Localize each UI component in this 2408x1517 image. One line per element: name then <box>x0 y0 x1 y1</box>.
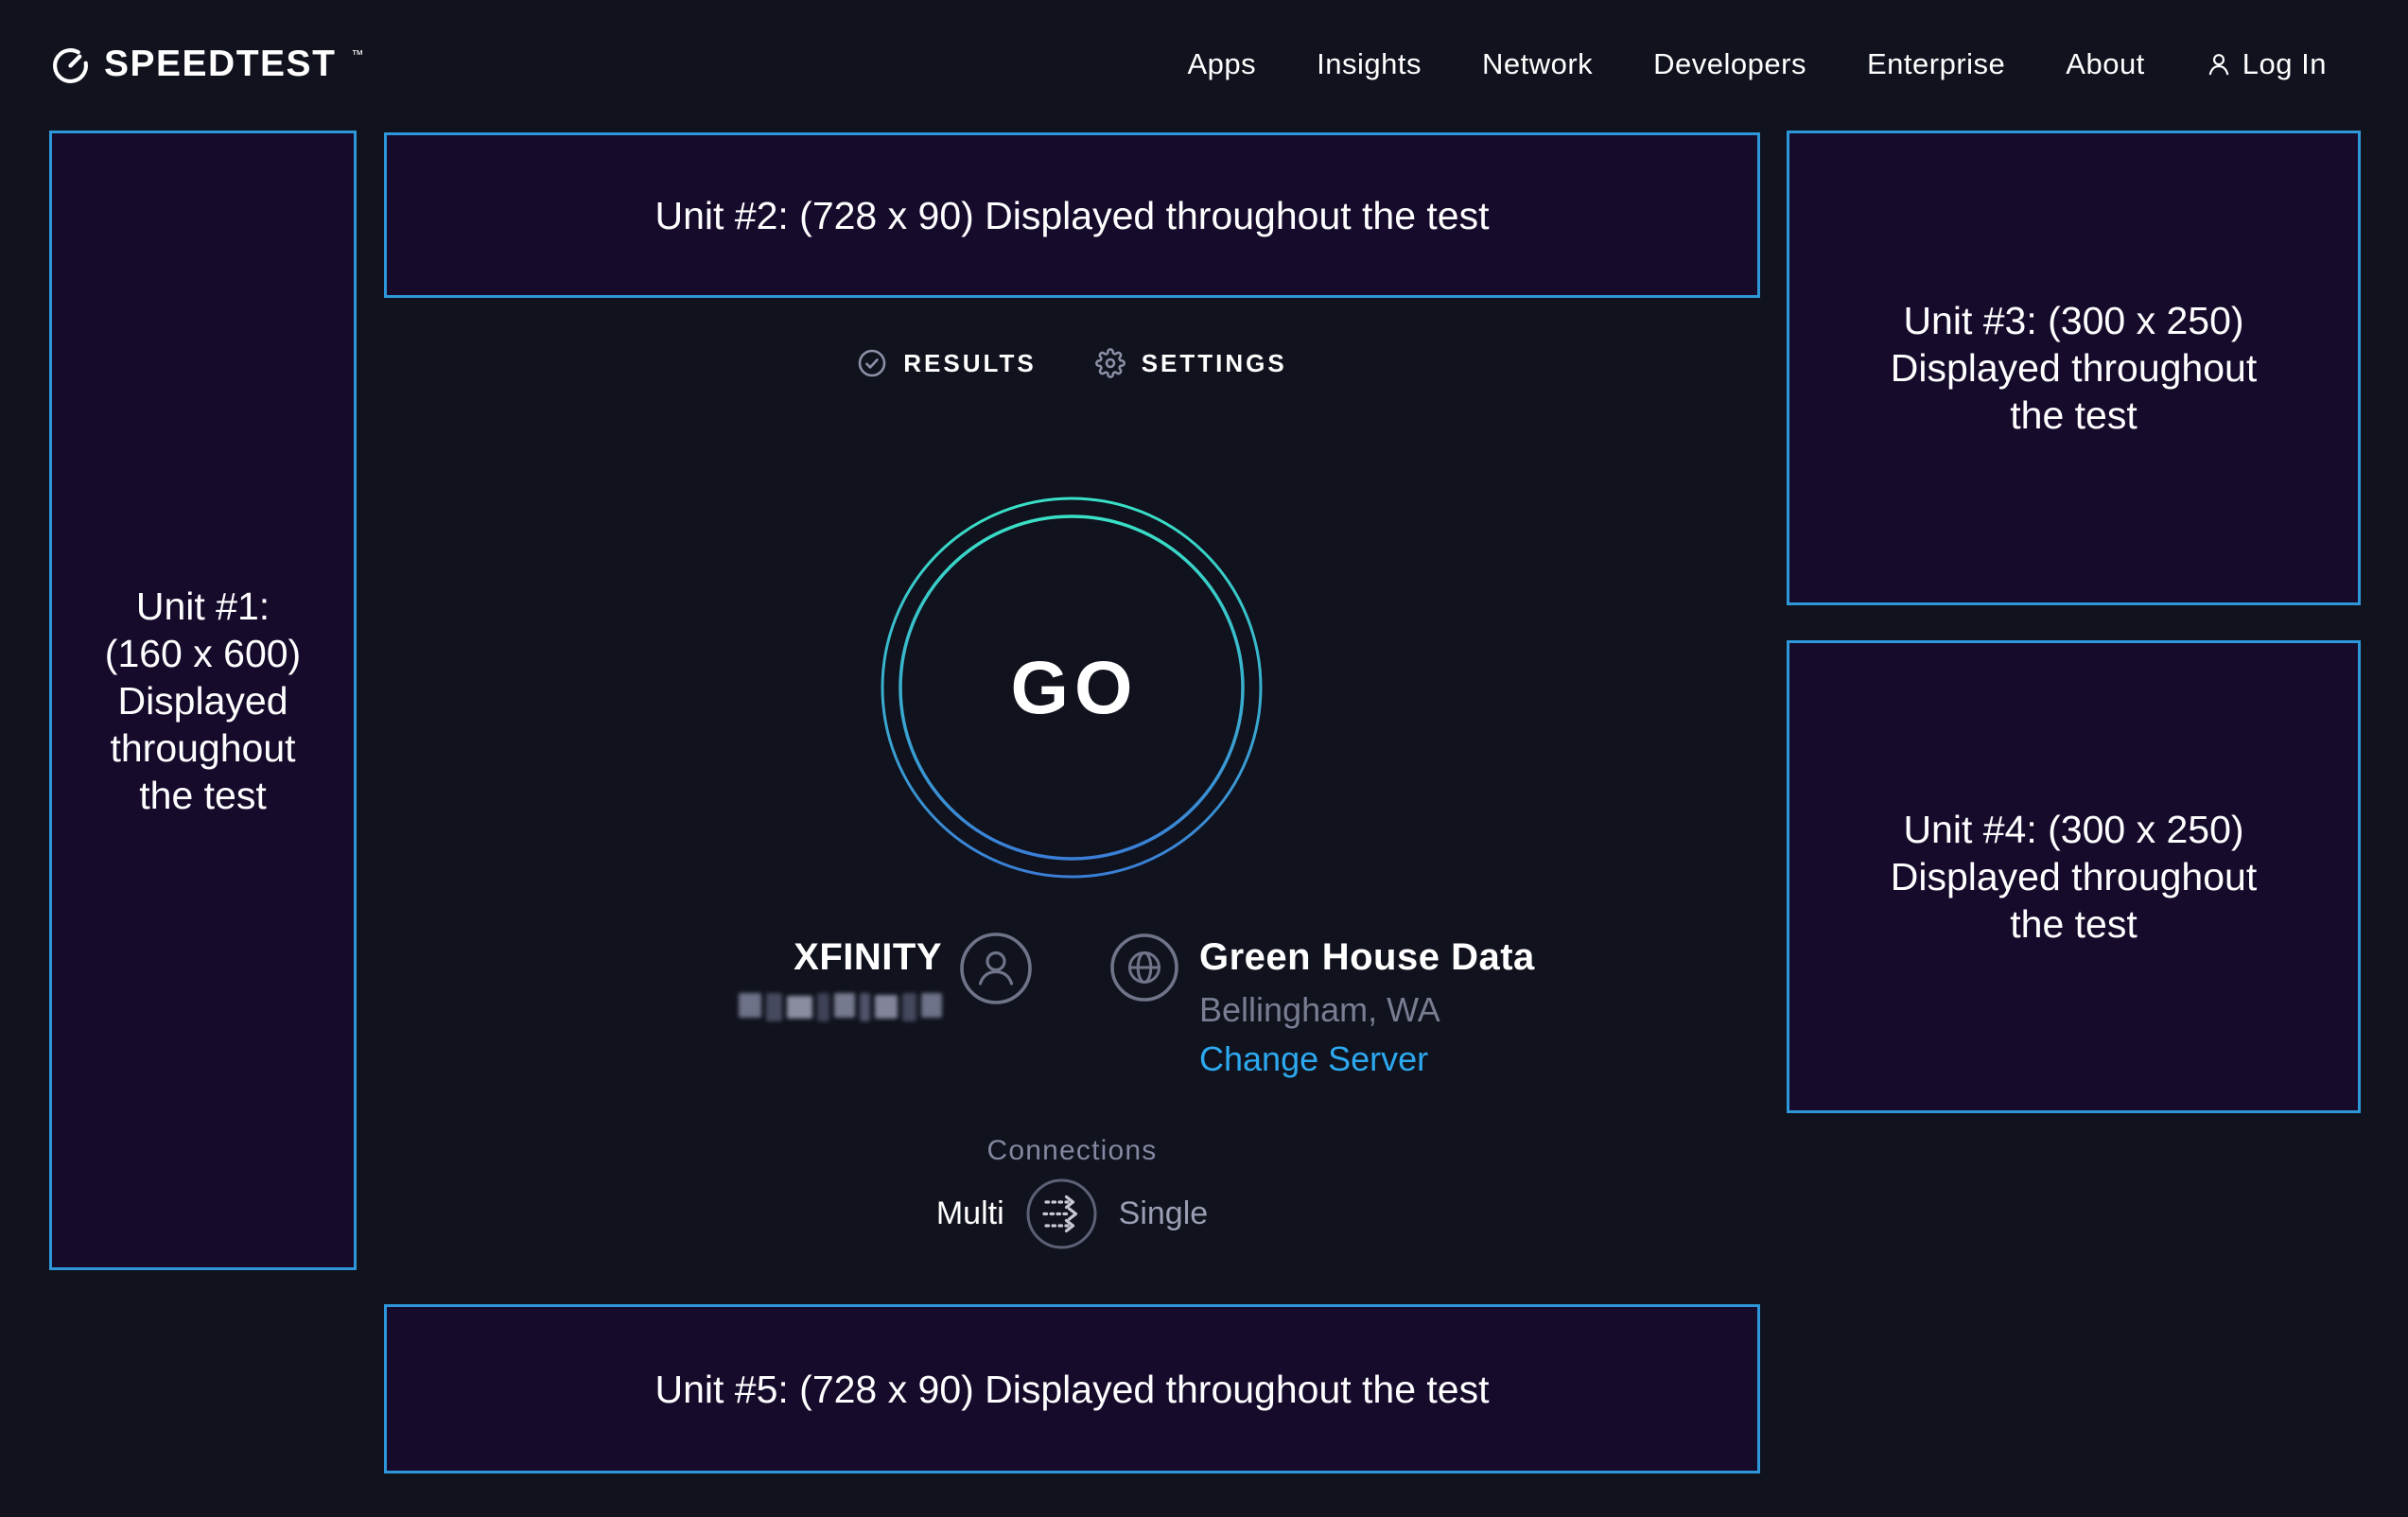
server-location: Bellingham, WA <box>1199 990 1440 1030</box>
nav-item-apps[interactable]: Apps <box>1187 47 1256 81</box>
ad-unit-1-line: (160 x 600) <box>105 630 301 677</box>
isp-avatar-icon <box>959 932 1033 1005</box>
connections-toggle-icon[interactable] <box>1025 1177 1098 1250</box>
ad-unit-1-line: throughout <box>110 724 295 772</box>
top-nav-bar: SPEEDTEST ™ Apps Insights Network Develo… <box>0 0 2408 129</box>
go-button-label: GO <box>881 497 1263 879</box>
connections-single-option[interactable]: Single <box>1119 1195 1209 1232</box>
nav-item-enterprise[interactable]: Enterprise <box>1867 47 2005 81</box>
nav-item-developers[interactable]: Developers <box>1653 47 1806 81</box>
connections-label: Connections <box>384 1135 1760 1167</box>
go-button[interactable]: GO <box>881 497 1263 879</box>
server-globe-icon <box>1108 932 1180 1003</box>
settings-tab-label: SETTINGS <box>1142 349 1287 378</box>
ad-unit-4-line: the test <box>2010 900 2137 948</box>
ad-unit-5-text: Unit #5: (728 x 90) Displayed throughout… <box>654 1366 1489 1413</box>
ad-unit-3-line: Displayed throughout <box>1891 344 2257 392</box>
ad-unit-1-line: Displayed <box>117 677 288 724</box>
connections-toggle-row: Multi Single <box>384 1177 1760 1250</box>
view-tabs: RESULTS SETTINGS <box>384 342 1760 384</box>
speedtest-page: SPEEDTEST ™ Apps Insights Network Develo… <box>0 0 2408 1517</box>
ad-unit-1[interactable]: Unit #1: (160 x 600) Displayed throughou… <box>49 131 357 1270</box>
ad-unit-4-line: Unit #4: (300 x 250) <box>1903 806 2243 853</box>
tab-results[interactable]: RESULTS <box>857 348 1036 378</box>
ad-unit-4-line: Displayed throughout <box>1891 853 2257 900</box>
check-circle-icon <box>857 348 887 378</box>
ad-unit-4[interactable]: Unit #4: (300 x 250) Displayed throughou… <box>1787 640 2361 1113</box>
ad-unit-1-line: Unit #1: <box>136 583 270 630</box>
server-name: Green House Data <box>1199 936 1535 979</box>
main-nav: Apps Insights Network Developers Enterpr… <box>1187 47 2327 81</box>
ad-unit-1-line: the test <box>139 772 266 819</box>
ad-unit-2-text: Unit #2: (728 x 90) Displayed throughout… <box>654 192 1489 239</box>
logo-trademark: ™ <box>351 48 363 61</box>
nav-item-insights[interactable]: Insights <box>1317 47 1422 81</box>
ad-unit-3-line: Unit #3: (300 x 250) <box>1903 297 2243 344</box>
redacted-ip-blur <box>739 993 942 1022</box>
nav-item-network[interactable]: Network <box>1482 47 1593 81</box>
speedtest-gauge-icon <box>51 46 90 85</box>
user-icon <box>2206 51 2232 78</box>
gear-icon <box>1095 348 1125 378</box>
ad-unit-5[interactable]: Unit #5: (728 x 90) Displayed throughout… <box>384 1304 1760 1473</box>
logo-text: SPEEDTEST <box>104 43 336 86</box>
results-tab-label: RESULTS <box>903 349 1036 378</box>
change-server-link[interactable]: Change Server <box>1199 1039 1428 1079</box>
speedtest-logo[interactable]: SPEEDTEST ™ <box>51 43 363 86</box>
ad-unit-3[interactable]: Unit #3: (300 x 250) Displayed throughou… <box>1787 131 2361 605</box>
login-button[interactable]: Log In <box>2206 47 2327 81</box>
login-label: Log In <box>2242 47 2327 81</box>
ad-unit-3-line: the test <box>2010 392 2137 439</box>
nav-item-about[interactable]: About <box>2066 47 2145 81</box>
connections-multi-option[interactable]: Multi <box>936 1195 1004 1232</box>
ad-unit-2[interactable]: Unit #2: (728 x 90) Displayed throughout… <box>384 132 1760 298</box>
tab-settings[interactable]: SETTINGS <box>1095 348 1287 378</box>
isp-name: XFINITY <box>738 936 942 979</box>
